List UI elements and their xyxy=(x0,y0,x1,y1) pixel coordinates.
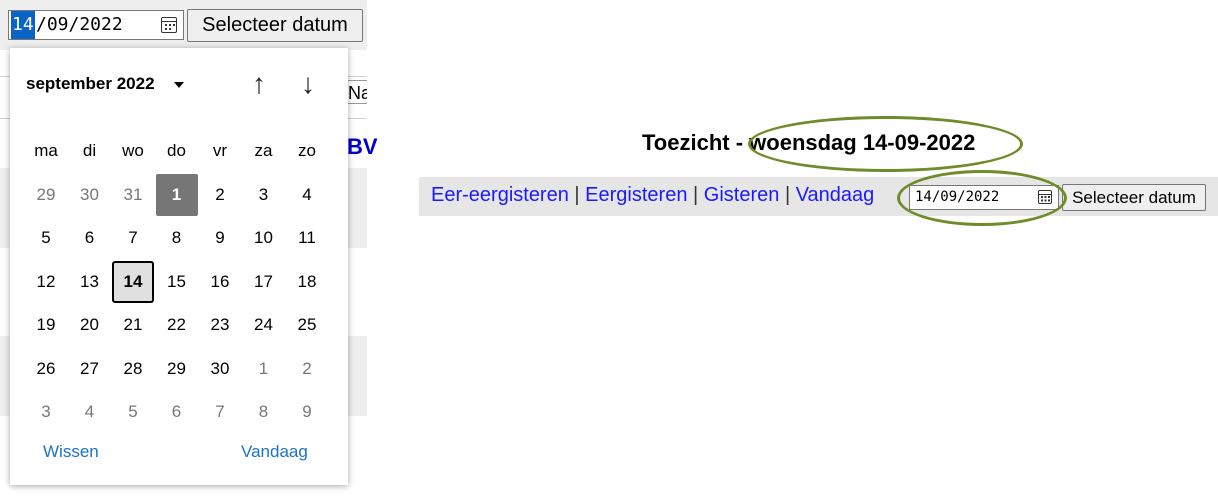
calendar-day[interactable]: 8 xyxy=(156,217,198,259)
title-prefix: Toezicht - xyxy=(642,130,750,155)
highlight-ellipse-date-input xyxy=(897,170,1067,226)
calendar-day[interactable]: 29 xyxy=(156,348,198,390)
calendar-day[interactable]: 21 xyxy=(112,304,154,346)
arrow-up-icon[interactable]: ↑ xyxy=(245,70,273,100)
calendar-day-selected[interactable]: 1 xyxy=(155,173,198,216)
calendar-day[interactable]: 22 xyxy=(156,304,198,346)
calendar-day[interactable]: 7 xyxy=(112,217,154,259)
calendar-day[interactable]: 11 xyxy=(286,217,328,259)
calendar-day[interactable]: 6 xyxy=(69,217,111,259)
calendar-day[interactable]: 8 xyxy=(243,391,285,433)
calendar-day[interactable]: 5 xyxy=(112,391,154,433)
calendar-day[interactable]: 24 xyxy=(243,304,285,346)
highlight-ellipse-title xyxy=(748,116,1023,172)
calendar-day[interactable]: 31 xyxy=(112,174,154,216)
weekday-header: ma xyxy=(34,141,58,160)
weekday-header: za xyxy=(254,141,273,160)
separator: | xyxy=(574,184,580,206)
calendar-day[interactable]: 10 xyxy=(243,217,285,259)
calendar-day[interactable]: 25 xyxy=(286,304,328,346)
date-input[interactable]: 14 /09/2022 xyxy=(8,10,184,40)
separator: | xyxy=(693,184,699,206)
today-button[interactable]: Vandaag xyxy=(241,442,308,462)
calendar-day[interactable]: 3 xyxy=(25,391,67,433)
calendar-day[interactable]: 2 xyxy=(286,348,328,390)
partially-hidden-heading: BV xyxy=(347,134,378,159)
calendar-day[interactable]: 4 xyxy=(286,174,328,216)
date-links: Eer-eergisteren | Eergisteren | Gisteren… xyxy=(431,184,874,207)
calendar-day[interactable]: 28 xyxy=(112,348,154,390)
calendar-day[interactable]: 30 xyxy=(69,174,111,216)
weekday-header: zo xyxy=(298,141,316,160)
weekday-header: do xyxy=(167,141,186,160)
link-eer-eergisteren[interactable]: Eer-eergisteren xyxy=(431,184,569,206)
link-eergisteren[interactable]: Eergisteren xyxy=(585,184,687,206)
calendar-day[interactable]: 17 xyxy=(243,261,285,303)
calendar-icon[interactable] xyxy=(161,17,177,33)
calendar-day[interactable]: 20 xyxy=(69,304,111,346)
calendar-day[interactable]: 15 xyxy=(156,261,198,303)
arrow-down-icon[interactable]: ↓ xyxy=(294,70,322,100)
calendar-day[interactable]: 27 xyxy=(69,348,111,390)
calendar-day[interactable]: 16 xyxy=(199,261,241,303)
date-picker-popup: september 2022 ↑ ↓ ma di wo do vr za zo 29 30 31 1… xyxy=(10,48,348,485)
partially-hidden-field: Na xyxy=(345,80,367,104)
calendar-day[interactable]: 19 xyxy=(25,304,67,346)
calendar-day[interactable]: 13 xyxy=(69,261,111,303)
calendar-day[interactable]: 6 xyxy=(156,391,198,433)
weekday-header: wo xyxy=(122,141,144,160)
calendar-day[interactable]: 4 xyxy=(69,391,111,433)
link-vandaag[interactable]: Vandaag xyxy=(796,184,875,206)
link-gisteren[interactable]: Gisteren xyxy=(704,184,780,206)
separator: | xyxy=(784,184,791,206)
weekday-header: di xyxy=(82,141,97,160)
calendar-day[interactable]: 30 xyxy=(199,348,241,390)
select-date-button-small[interactable]: Selecteer datum xyxy=(1062,184,1206,211)
calendar-day[interactable]: 7 xyxy=(199,391,241,433)
calendar-day[interactable]: 2 xyxy=(199,174,241,216)
calendar-day[interactable]: 5 xyxy=(25,217,67,259)
calendar-day[interactable]: 12 xyxy=(25,261,67,303)
calendar-day[interactable]: 9 xyxy=(199,217,241,259)
weekday-header: vr xyxy=(212,141,228,160)
month-year-selector[interactable]: september 2022 xyxy=(26,74,155,94)
calendar-day[interactable]: 9 xyxy=(286,391,328,433)
select-date-button[interactable]: Selecteer datum xyxy=(187,9,363,42)
calendar-day[interactable]: 18 xyxy=(286,261,328,303)
date-navigation-bar: Eer-eergisteren | Eergisteren | Gisteren… xyxy=(419,177,1218,216)
calendar-day[interactable]: 23 xyxy=(199,304,241,346)
calendar-day[interactable]: 1 xyxy=(243,348,285,390)
calendar-day[interactable]: 3 xyxy=(243,174,285,216)
caret-down-icon[interactable] xyxy=(174,82,184,88)
day-segment[interactable]: 14 xyxy=(11,11,35,39)
calendar-day[interactable]: 29 xyxy=(25,174,67,216)
clear-button[interactable]: Wissen xyxy=(43,442,99,462)
month-year-segments[interactable]: /09/2022 xyxy=(36,11,123,39)
calendar-day-today[interactable]: 14 xyxy=(112,260,154,303)
calendar-day[interactable]: 26 xyxy=(25,348,67,390)
